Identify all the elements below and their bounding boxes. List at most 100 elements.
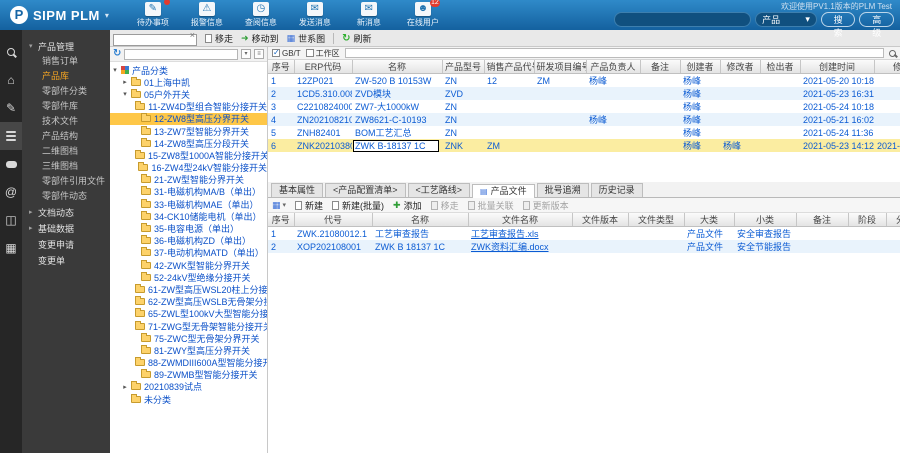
- search-button[interactable]: 搜索: [821, 12, 856, 27]
- column-header-文件类型[interactable]: 文件类型: [628, 213, 684, 227]
- tree-item[interactable]: 15-ZW8型1000A智能分接开关: [110, 149, 267, 161]
- tree-item[interactable]: 31-电磁机构MA/B（单出）: [110, 186, 267, 198]
- app-logo[interactable]: P SIPM PLM ▾: [0, 6, 119, 24]
- tree-item[interactable]: 37-电动机构MATD（单出）: [110, 247, 267, 259]
- file-link[interactable]: ZWK资料汇编.docx: [471, 242, 549, 252]
- clear-icon[interactable]: ×: [190, 29, 195, 41]
- table-row[interactable]: 21CD5.310.008 1A...ZVD模块ZVD杨峰2021-05-23 …: [268, 87, 900, 100]
- tree-item[interactable]: ▾产品分类: [110, 64, 267, 76]
- column-header-ERP代码[interactable]: ERP代码: [294, 60, 352, 74]
- column-header-创建者[interactable]: 创建者: [680, 60, 720, 74]
- column-header-销售产品代号[interactable]: 销售产品代号: [484, 60, 534, 74]
- column-header-产品负责人[interactable]: 产品负责人: [586, 60, 640, 74]
- tree-item[interactable]: 12-ZW8型高压分界开关: [110, 113, 267, 125]
- column-header-备注[interactable]: 备注: [640, 60, 680, 74]
- tree-item[interactable]: 42-ZWK型智能分界开关: [110, 259, 267, 271]
- rail-chat-icon[interactable]: [0, 150, 22, 178]
- tool-new-message[interactable]: ✉新消息: [349, 2, 389, 28]
- sidebar-group-产品管理[interactable]: ▾产品管理: [22, 38, 110, 54]
- column-header-文件名称[interactable]: 文件名称: [468, 213, 572, 227]
- tab-<产品配置清单>[interactable]: <产品配置清单>: [325, 183, 406, 197]
- sidebar-item-产品库[interactable]: 产品库: [22, 69, 110, 84]
- column-header-阶段[interactable]: 阶段: [848, 213, 886, 227]
- tab-产品文件[interactable]: ▤产品文件: [472, 184, 535, 198]
- column-header-研发项目编号[interactable]: 研发项目编号: [534, 60, 586, 74]
- tool-send-message[interactable]: ✉发送消息: [295, 2, 335, 28]
- filter-checkbox-gbt[interactable]: GB/T: [272, 49, 301, 58]
- column-header-代号[interactable]: 代号: [294, 213, 372, 227]
- tree-item[interactable]: 81-ZWY型高压分界开关: [110, 344, 267, 356]
- column-header-修改时间[interactable]: 修改时间: [874, 60, 900, 74]
- tool-review-info[interactable]: ◷查阅信息: [241, 2, 281, 28]
- table-row[interactable]: 4ZN20210821001ZW8621-C-10193ZN杨峰杨峰2021-0…: [268, 113, 900, 126]
- table-row[interactable]: 3C221082400001ZW7-大1000kWZN杨峰2021-05-24 …: [268, 100, 900, 113]
- tree-item[interactable]: 75-ZWC型无骨架分界开关: [110, 332, 267, 344]
- table-row[interactable]: 2XOP202108001ZWK B 18137 1CZWK资料汇编.docx产…: [268, 240, 900, 253]
- table-row[interactable]: 1ZWK.21080012.1工艺审查报告工艺审查报告.xls产品文件安全审查报…: [268, 227, 900, 241]
- tree-menu-button[interactable]: ≡: [254, 49, 264, 59]
- tree-item[interactable]: 35-电容电源（单出）: [110, 222, 267, 234]
- sidebar-item-零部件引用文件[interactable]: 零部件引用文件: [22, 174, 110, 189]
- sidebar-group-变更单[interactable]: 变更单: [22, 252, 110, 268]
- rail-book-icon[interactable]: ◫: [0, 206, 22, 234]
- sidebar-group-文档动态[interactable]: ▸文档动态: [22, 204, 110, 220]
- tool-todo[interactable]: ✎待办事项: [133, 2, 173, 28]
- layout-select-button[interactable]: ▦ ▾: [272, 200, 286, 211]
- tree-item[interactable]: ▸01上海中凯: [110, 76, 267, 88]
- tree-item[interactable]: 65-ZWL型100kV大型智能分接开关: [110, 308, 267, 320]
- sidebar-item-零部件库[interactable]: 零部件库: [22, 99, 110, 114]
- tree-item[interactable]: 61-ZW型高压WSL20柱上分接开关: [110, 283, 267, 295]
- advanced-search-button[interactable]: 高级: [859, 12, 894, 27]
- tree-collapse-button[interactable]: ▾: [241, 49, 251, 59]
- toolbar-button-刷新[interactable]: ↻刷新: [342, 32, 371, 45]
- tree-item[interactable]: 88-ZWMDIII600A型智能分接开关: [110, 357, 267, 369]
- sidebar-item-销售订单[interactable]: 销售订单: [22, 54, 110, 69]
- refresh-icon[interactable]: ↻: [113, 49, 121, 59]
- tool-alert-info[interactable]: ⚠报警信息: [187, 2, 227, 28]
- tree-item[interactable]: 62-ZW型高压WSLB无骨架分接开关: [110, 296, 267, 308]
- column-header-小类[interactable]: 小类: [734, 213, 796, 227]
- file-link[interactable]: 工艺审查报告.xls: [471, 229, 539, 239]
- tree-item[interactable]: 未分类: [110, 393, 267, 405]
- tab-基本属性[interactable]: 基本属性: [271, 183, 323, 197]
- tree-item[interactable]: 11-ZW4D型组合智能分接开关: [110, 101, 267, 113]
- search-category-select[interactable]: 产品 ▾: [755, 12, 817, 27]
- sidebar-item-二维图档[interactable]: 二维图档: [22, 144, 110, 159]
- tree-item[interactable]: 52-24kV型绝缘分接开关: [110, 271, 267, 283]
- sidebar-item-零部件分类[interactable]: 零部件分类: [22, 84, 110, 99]
- tree-item[interactable]: 14-ZW8型高压分段开关: [110, 137, 267, 149]
- sidebar-group-变更申请[interactable]: 变更申请: [22, 236, 110, 252]
- tree-filter-input[interactable]: [124, 49, 238, 60]
- tree-item[interactable]: 36-电磁机构ZD（单出）: [110, 235, 267, 247]
- rail-monitor-icon[interactable]: ▦: [0, 234, 22, 262]
- column-header-名称[interactable]: 名称: [372, 213, 468, 227]
- toolbar-button-移动到[interactable]: ➜移动到: [241, 32, 279, 45]
- rail-edit-icon[interactable]: ✎: [0, 94, 22, 122]
- toolbar-search-input[interactable]: [113, 34, 197, 46]
- toolbar-button-移走[interactable]: 移走: [205, 32, 233, 45]
- rail-database-icon[interactable]: [0, 122, 22, 150]
- tab-批号追溯[interactable]: 批号追溯: [537, 183, 589, 197]
- tree-item[interactable]: 13-ZW7型智能分界开关: [110, 125, 267, 137]
- rail-search-icon[interactable]: [0, 38, 22, 66]
- table-filter-input[interactable]: [345, 48, 884, 58]
- filter-checkbox-workspace[interactable]: 工作区: [306, 48, 340, 59]
- column-header-产品型号[interactable]: 产品型号: [442, 60, 484, 74]
- tab-历史记录[interactable]: 历史记录: [591, 183, 643, 197]
- tree-item[interactable]: 89-ZWMB型智能分接开关: [110, 369, 267, 381]
- rail-mention-icon[interactable]: @: [0, 178, 22, 206]
- table-row[interactable]: 112ZP021ZW-520 B 10153WZN12ZM杨峰杨峰2021-05…: [268, 74, 900, 88]
- tree-item[interactable]: 34-CK10储能电机（单出）: [110, 210, 267, 222]
- column-header-创建时间[interactable]: 创建时间: [800, 60, 874, 74]
- column-header-大类[interactable]: 大类: [684, 213, 734, 227]
- sidebar-item-产品结构[interactable]: 产品结构: [22, 129, 110, 144]
- tree-item[interactable]: 33-电磁机构MAE（单出）: [110, 198, 267, 210]
- cell-edit-box[interactable]: ZWK B-18137 1C: [353, 140, 439, 152]
- column-header-序号[interactable]: 序号: [268, 213, 294, 227]
- tab-<工艺路线>[interactable]: <工艺路线>: [408, 183, 471, 197]
- column-header-序号[interactable]: 序号: [268, 60, 294, 74]
- tree-item[interactable]: 21-ZW型智能分界开关: [110, 174, 267, 186]
- column-header-名称[interactable]: 名称: [352, 60, 442, 74]
- table-row[interactable]: 6ZNK2021038001ZWK B-18137 1CZNKZM杨峰杨峰202…: [268, 139, 900, 152]
- tree-item[interactable]: 71-ZWG型无骨架智能分接开关: [110, 320, 267, 332]
